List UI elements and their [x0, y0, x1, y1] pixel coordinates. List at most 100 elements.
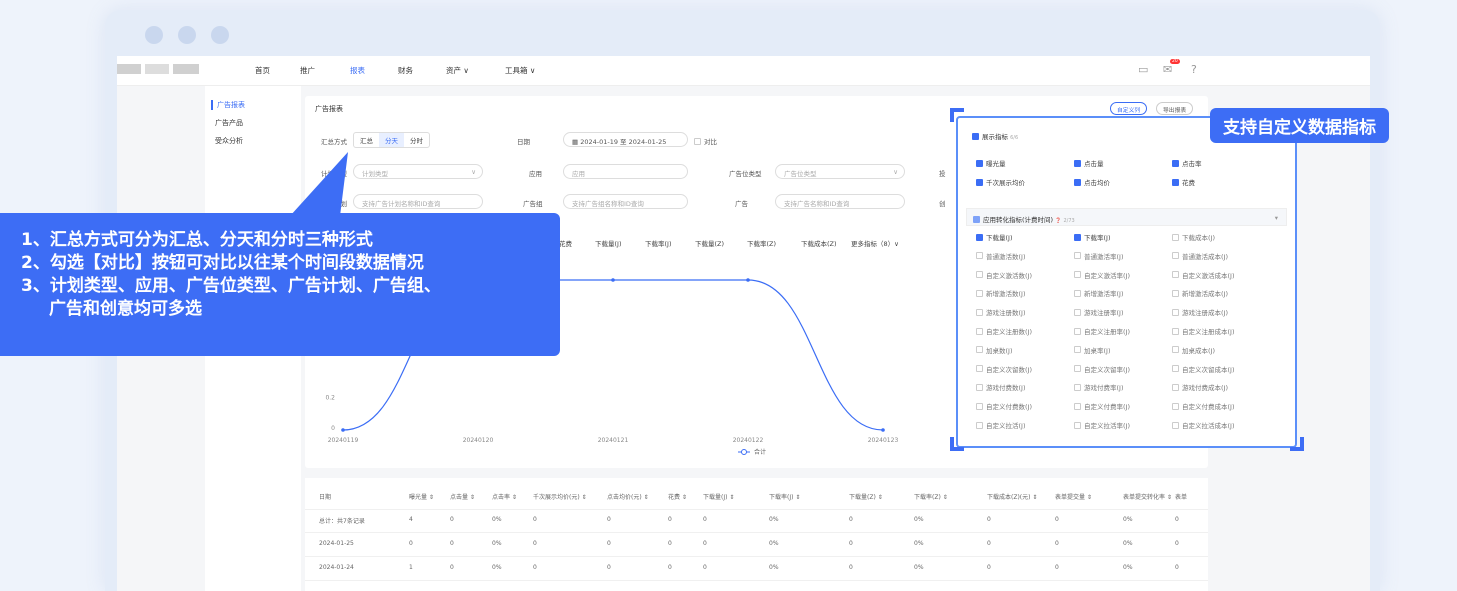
metric-option[interactable]: 自定义拉活成本(J)	[1172, 420, 1235, 430]
checkbox-icon	[1074, 327, 1081, 335]
metric-option[interactable]: 下载量(J)	[976, 232, 1013, 242]
metric-option[interactable]: 自定义激活数(J)	[976, 270, 1032, 280]
metric-option[interactable]: 自定义付费率(J)	[1074, 401, 1130, 411]
data-point[interactable]	[881, 428, 885, 432]
window-dot	[145, 26, 163, 44]
metric-option[interactable]: 下载率(J)	[1074, 232, 1111, 242]
nav-promote[interactable]: 推广	[300, 65, 315, 76]
nav-report[interactable]: 报表	[350, 65, 365, 76]
metric-option[interactable]: 自定义次留率(J)	[1074, 364, 1130, 374]
metric-option[interactable]: 千次展示均价	[976, 177, 1025, 187]
table-cell: 总计：共7条记录	[319, 518, 365, 525]
table-cell: 0	[1175, 564, 1179, 571]
table-cell: 0	[703, 564, 707, 571]
table-header-cell: 下载率(J) ⇕	[769, 494, 801, 501]
metric-option[interactable]: 游戏注册数(J)	[976, 307, 1026, 317]
metric-option[interactable]: 点击率	[1172, 158, 1202, 168]
help-icon[interactable]: ?	[1191, 63, 1197, 76]
metric-option[interactable]: 游戏注册率(J)	[1074, 307, 1124, 317]
mail-icon[interactable]: ✉	[1163, 63, 1172, 76]
table-cell: 1	[409, 564, 413, 571]
metric-option[interactable]: 自定义注册数(J)	[976, 326, 1032, 336]
checkbox-icon	[976, 421, 983, 429]
checkbox-icon	[1074, 252, 1081, 260]
metric-option[interactable]: 普通激活率(J)	[1074, 251, 1124, 261]
file-icon[interactable]: ▭	[1138, 63, 1148, 76]
notification-badge: 20	[1170, 59, 1180, 64]
checkbox-icon	[1074, 271, 1081, 279]
nav-assets[interactable]: 资产 ∨	[446, 65, 469, 76]
metric-option[interactable]: 自定义付费成本(J)	[1172, 401, 1235, 411]
data-point[interactable]	[341, 428, 345, 432]
data-point[interactable]	[746, 278, 750, 282]
checkbox-icon	[1074, 421, 1081, 429]
metric-option[interactable]: 自定义注册率(J)	[1074, 326, 1130, 336]
y-tick-label: 0	[331, 425, 335, 432]
table-cell: 0	[607, 540, 611, 547]
metric-option[interactable]: 自定义激活成本(J)	[1172, 270, 1235, 280]
section-title: 展示指标	[982, 133, 1008, 141]
callout-line: 1、汇总方式可分为汇总、分天和分时三种形式	[21, 230, 373, 250]
metric-option[interactable]: 自定义付费数(J)	[976, 401, 1032, 411]
y-tick-label: 0.2	[325, 395, 335, 402]
checkbox-icon	[1172, 252, 1179, 260]
checkbox-icon	[1172, 308, 1179, 316]
checkbox-icon	[1074, 346, 1081, 354]
metric-option[interactable]: 游戏付费成本(J)	[1172, 382, 1228, 392]
metric-option[interactable]: 游戏注册成本(J)	[1172, 307, 1228, 317]
metric-option[interactable]: 自定义激活率(J)	[1074, 270, 1130, 280]
table-cell: 0	[409, 540, 413, 547]
metric-option[interactable]: 点击均价	[1074, 177, 1110, 187]
metric-option[interactable]: 加桌数(J)	[976, 345, 1013, 355]
checkbox-icon	[976, 308, 983, 316]
nav-finance[interactable]: 财务	[398, 65, 413, 76]
section-count: 2/73	[1063, 218, 1075, 224]
logo	[145, 64, 169, 74]
metric-option[interactable]: 普通激活成本(J)	[1172, 251, 1228, 261]
nav-toolbox[interactable]: 工具箱 ∨	[505, 65, 535, 76]
metric-option[interactable]: 下载成本(J)	[1172, 232, 1215, 242]
metric-option[interactable]: 自定义拉活(J)	[976, 420, 1026, 430]
table-cell: 4	[409, 516, 413, 523]
sidebar-item-ad-product[interactable]: 广告产品	[211, 118, 243, 128]
highlight-corner	[950, 437, 964, 451]
nav-home[interactable]: 首页	[255, 65, 270, 76]
metric-option[interactable]: 普通激活数(J)	[976, 251, 1026, 261]
section-title: 应用转化指标(计费时间)	[983, 216, 1054, 224]
metric-option[interactable]: 游戏付费率(J)	[1074, 382, 1124, 392]
sidebar-item-ad-report[interactable]: 广告报表	[211, 100, 245, 110]
logo	[117, 64, 141, 74]
checkbox-icon	[976, 159, 983, 167]
checkbox-icon	[976, 346, 983, 354]
table-header-cell: 下载量(J) ⇕	[703, 494, 735, 501]
table-cell: 0	[987, 540, 991, 547]
metric-option[interactable]: 加桌成本(J)	[1172, 345, 1215, 355]
metric-option[interactable]: 自定义注册成本(J)	[1172, 326, 1235, 336]
checkbox-icon	[976, 365, 983, 373]
metric-option[interactable]: 新增激活率(J)	[1074, 288, 1124, 298]
callout-line: 3、计划类型、应用、广告位类型、广告计划、广告组、	[21, 276, 441, 296]
metric-option[interactable]: 自定义次留成本(J)	[1172, 364, 1235, 374]
metric-option[interactable]: 加桌率(J)	[1074, 345, 1111, 355]
metric-option[interactable]: 游戏付费数(J)	[976, 382, 1026, 392]
metric-option[interactable]: 点击量	[1074, 158, 1104, 168]
checkbox-icon	[1074, 383, 1081, 391]
metric-option[interactable]: 新增激活数(J)	[976, 288, 1026, 298]
checkbox-icon	[1172, 327, 1179, 335]
picker-section-app[interactable]: 应用转化指标(计费时间) ❓ 2/73 ▾	[966, 208, 1287, 226]
metric-option[interactable]: 花费	[1172, 177, 1195, 187]
checkbox-icon	[1172, 346, 1179, 354]
table-header-cell: 表单提交量 ⇕	[1055, 494, 1092, 501]
metric-option[interactable]: 自定义拉活率(J)	[1074, 420, 1130, 430]
table-cell: 0%	[1123, 564, 1133, 571]
sidebar-item-audience[interactable]: 受众分析	[211, 136, 243, 146]
data-point[interactable]	[611, 278, 615, 282]
x-tick-label: 20240122	[733, 437, 764, 444]
metric-option[interactable]: 曝光量	[976, 158, 1006, 168]
custom-metrics-tag: 支持自定义数据指标	[1210, 108, 1389, 143]
metric-option[interactable]: 新增激活成本(J)	[1172, 288, 1228, 298]
checkbox-icon	[1172, 421, 1179, 429]
table-header-cell: 表单提交转化率 ⇕	[1123, 494, 1172, 501]
table-header-cell: 千次展示均价(元) ⇕	[533, 494, 587, 501]
metric-option[interactable]: 自定义次留数(J)	[976, 364, 1032, 374]
